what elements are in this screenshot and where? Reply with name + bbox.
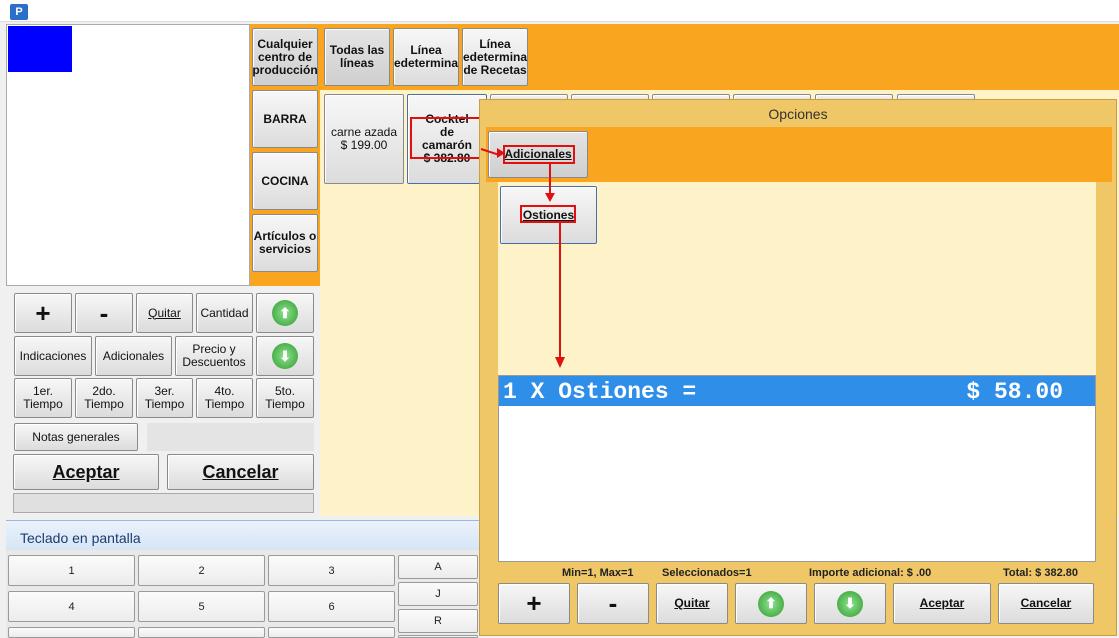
minus-button[interactable]: - [75, 293, 133, 333]
indicaciones-button[interactable]: Indicaciones [14, 336, 92, 376]
category-barra[interactable]: BARRA [252, 90, 318, 148]
aceptar-button[interactable]: Aceptar [13, 454, 159, 490]
dialog-up-button[interactable]: ⬆ [735, 583, 807, 624]
highlight-product [410, 117, 481, 159]
status-field [13, 493, 314, 513]
dialog-down-button[interactable]: ⬇ [814, 583, 886, 624]
arrow-3-line [559, 223, 561, 358]
key-a[interactable]: A [398, 555, 478, 579]
key-r[interactable]: R [398, 609, 478, 633]
selected-row-amount: $ 58.00 [966, 379, 1063, 405]
adicionales-button[interactable]: Adicionales [95, 336, 172, 376]
dialog-minus-button[interactable]: - [577, 583, 649, 624]
tiempo-3-button[interactable]: 3er. Tiempo [136, 378, 193, 418]
keyboard-title: Teclado en pantalla [20, 530, 141, 546]
notas-field[interactable] [147, 423, 314, 451]
selected-list[interactable]: 1 X Ostiones = $ 58.00 [498, 375, 1096, 562]
dialog-quitar-button[interactable]: Quitar [656, 583, 728, 624]
arrow-3-head [555, 357, 565, 368]
line-recipes-button[interactable]: Línea edetermina de Recetas [462, 28, 528, 86]
plus-button[interactable]: + [14, 293, 72, 333]
title-bar: P [0, 0, 1119, 22]
dialog-title: Opciones [768, 106, 828, 122]
selected-row-text: 1 X Ostiones = [503, 379, 697, 405]
key-7-partial[interactable] [8, 627, 135, 638]
key-8-partial[interactable] [138, 627, 265, 638]
importe-label: Importe adicional: $ .00 [809, 567, 932, 579]
tiempo-5-button[interactable]: 5to. Tiempo [256, 378, 314, 418]
order-list[interactable] [6, 24, 250, 286]
scroll-down-button[interactable]: ⬇ [256, 336, 314, 376]
category-articulos[interactable]: Artículos o servicios [252, 214, 318, 272]
cantidad-button[interactable]: Cantidad [196, 293, 253, 333]
category-cocina[interactable]: COCINA [252, 152, 318, 210]
key-1[interactable]: 1 [8, 555, 135, 586]
selected-row[interactable]: 1 X Ostiones = $ 58.00 [499, 376, 1095, 406]
keyboard-title-bar: Teclado en pantalla [6, 520, 480, 550]
total-label: Total: $ 382.80 [1003, 567, 1078, 579]
key-4[interactable]: 4 [8, 591, 135, 622]
precio-button[interactable]: Precio y Descuentos [175, 336, 253, 376]
dialog-plus-button[interactable]: + [498, 583, 570, 624]
quitar-button[interactable]: Quitar [136, 293, 193, 333]
key-3[interactable]: 3 [268, 555, 395, 586]
minmax-label: Min=1, Max=1 [562, 567, 634, 579]
up-arrow-icon: ⬆ [272, 300, 298, 326]
up-arrow-icon: ⬆ [758, 590, 784, 617]
tiempo-1-button[interactable]: 1er. Tiempo [14, 378, 72, 418]
key-j[interactable]: J [398, 582, 478, 606]
line-all-button[interactable]: Todas las líneas [324, 28, 390, 86]
cancelar-button[interactable]: Cancelar [167, 454, 314, 490]
highlight-adicionales [503, 145, 575, 164]
key-2[interactable]: 2 [138, 555, 265, 586]
options-dialog: Opciones 1 X Ostiones = $ 58.00 Min=1, M… [479, 99, 1117, 636]
key-5[interactable]: 5 [138, 591, 265, 622]
scroll-up-button[interactable]: ⬆ [256, 293, 314, 333]
notas-generales-button[interactable]: Notas generales [14, 423, 138, 451]
arrow-1-head [497, 148, 505, 158]
color-swatch [8, 26, 72, 72]
highlight-ostiones [520, 205, 576, 223]
line-predetermined-button[interactable]: Línea edetermina [393, 28, 459, 86]
product-price: $ 199.00 [340, 138, 388, 152]
product-carne-azada[interactable]: carne azada $ 199.00 [324, 94, 404, 184]
dialog-cancelar-button[interactable]: Cancelar [998, 583, 1094, 624]
down-arrow-icon: ⬇ [837, 590, 863, 617]
arrow-2-head [545, 193, 555, 202]
app-icon[interactable]: P [10, 4, 28, 20]
category-production[interactable]: Cualquier centro de producción [252, 28, 318, 86]
tiempo-4-button[interactable]: 4to. Tiempo [196, 378, 253, 418]
key-6[interactable]: 6 [268, 591, 395, 622]
down-arrow-icon: ⬇ [272, 343, 298, 369]
dialog-aceptar-button[interactable]: Aceptar [893, 583, 991, 624]
key-9-partial[interactable] [268, 627, 395, 638]
tiempo-2-button[interactable]: 2do. Tiempo [75, 378, 133, 418]
arrow-2-line [549, 164, 551, 194]
seleccionados-label: Seleccionados=1 [662, 567, 752, 579]
